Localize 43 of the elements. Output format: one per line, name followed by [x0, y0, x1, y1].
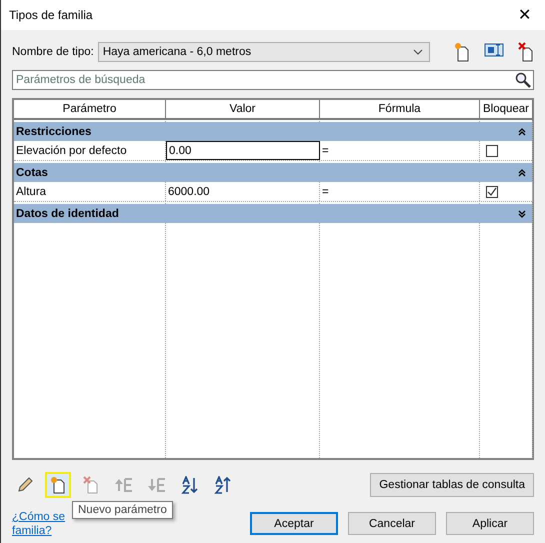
table-cell: Altura — [14, 182, 166, 201]
group-header[interactable]: Datos de identidad — [14, 204, 532, 223]
type-name-label: Nombre de tipo: — [12, 46, 94, 58]
toolbar-button[interactable] — [45, 472, 71, 498]
search-icon — [515, 72, 531, 88]
manage-lookup-tables-button[interactable]: Gestionar tablas de consulta — [370, 473, 534, 497]
search-input[interactable]: Parámetros de búsqueda — [16, 72, 515, 88]
expand-icon[interactable] — [518, 210, 526, 218]
delete-document-icon — [83, 476, 99, 494]
help-link[interactable]: ¿Cómo se — [12, 510, 66, 524]
move-up-icon — [115, 477, 133, 493]
dialog-button[interactable]: Cancelar — [348, 512, 436, 535]
dialog-button[interactable]: Aceptar — [250, 512, 338, 535]
sort-icon — [214, 476, 232, 494]
column-header[interactable]: Valor — [166, 100, 320, 120]
sort-icon — [181, 476, 199, 494]
value-input[interactable]: 0.00 — [166, 141, 320, 160]
lock-checkbox[interactable] — [486, 144, 498, 156]
table-cell: = — [320, 182, 480, 201]
help-link[interactable]: familia? — [12, 524, 66, 538]
group-header[interactable]: Restricciones — [14, 122, 532, 141]
new-document-icon — [50, 476, 66, 494]
search-field[interactable]: Parámetros de búsqueda — [12, 70, 534, 90]
group-header[interactable]: Cotas — [14, 163, 532, 182]
collapse-icon[interactable] — [518, 168, 526, 176]
window-title: Tipos de familia — [9, 8, 93, 22]
tooltip: Nuevo parámetro — [72, 501, 173, 519]
collapse-icon[interactable] — [518, 128, 526, 136]
dialog-button[interactable]: Aplicar — [446, 512, 534, 535]
rename-icon[interactable] — [484, 42, 504, 58]
close-button[interactable]: ✕ — [514, 5, 535, 25]
new-document-icon[interactable] — [454, 42, 470, 62]
chevron-down-icon — [413, 49, 423, 55]
pencil-icon — [16, 476, 34, 494]
delete-document-icon[interactable] — [518, 42, 534, 62]
type-name-dropdown[interactable]: Haya americana - 6,0 metros — [98, 42, 430, 62]
column-header[interactable]: Bloquear — [480, 100, 533, 120]
column-header[interactable]: Fórmula — [320, 100, 480, 120]
table-cell: = — [320, 141, 480, 160]
table-cell: 6000.00 — [166, 182, 320, 201]
lock-checkbox[interactable] — [486, 186, 498, 198]
move-down-icon — [148, 477, 166, 493]
column-header[interactable]: Parámetro — [14, 100, 166, 120]
